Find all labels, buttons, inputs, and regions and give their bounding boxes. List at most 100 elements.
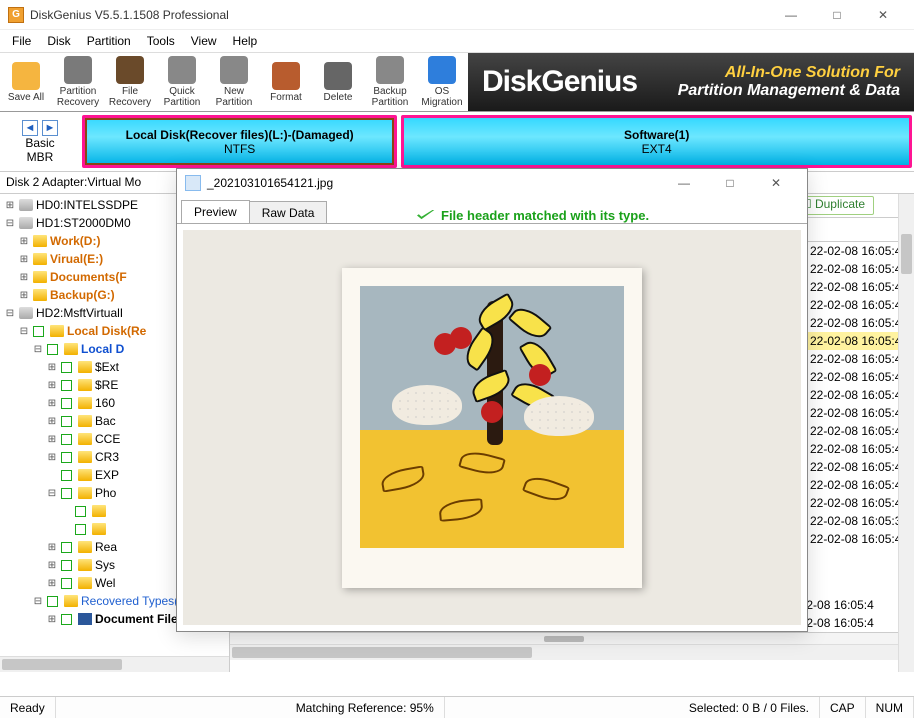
expand-icon[interactable]: ⊟ — [4, 218, 16, 229]
partition-nav: ◄ ► Basic MBR — [0, 112, 80, 171]
expand-icon[interactable]: ⊟ — [46, 488, 58, 499]
preview-filename: _202103101654121.jpg — [207, 176, 333, 190]
expand-icon[interactable]: ⊞ — [46, 362, 58, 373]
toolbar-partition-recovery[interactable]: Partition Recovery — [52, 53, 104, 111]
expand-icon[interactable]: ⊞ — [4, 200, 16, 211]
tree-checkbox[interactable] — [61, 560, 72, 571]
folder-icon — [78, 469, 92, 481]
folder-icon — [33, 253, 47, 265]
tree-checkbox[interactable] — [61, 398, 72, 409]
tab-preview[interactable]: Preview — [181, 200, 250, 224]
tree-checkbox[interactable] — [61, 434, 72, 445]
folder-icon — [78, 361, 92, 373]
toolbar-save-all[interactable]: Save All — [0, 53, 52, 111]
toolbar-file-recovery[interactable]: File Recovery — [104, 53, 156, 111]
list-hscroll[interactable] — [230, 644, 898, 660]
tab-raw-data[interactable]: Raw Data — [249, 201, 328, 225]
tree-checkbox[interactable] — [75, 506, 86, 517]
expand-icon[interactable]: ⊞ — [18, 290, 30, 301]
tree-label: Backup(G:) — [50, 288, 115, 302]
menu-file[interactable]: File — [4, 32, 39, 50]
tree-hscroll-thumb[interactable] — [2, 659, 122, 670]
preview-close-button[interactable]: ✕ — [753, 168, 799, 198]
tree-checkbox[interactable] — [61, 452, 72, 463]
list-vscroll[interactable] — [898, 194, 914, 672]
expand-icon[interactable]: ⊞ — [46, 380, 58, 391]
toolbar-os-migration[interactable]: OS Migration — [416, 53, 468, 111]
expand-icon[interactable]: ⊟ — [4, 308, 16, 319]
banner-tagline-1: All-In-One Solution For — [678, 64, 900, 82]
expand-icon[interactable]: ⊞ — [46, 542, 58, 553]
tree-checkbox[interactable] — [61, 542, 72, 553]
expand-icon[interactable]: ⊞ — [18, 254, 30, 265]
toolbar-backup-partition[interactable]: Backup Partition — [364, 53, 416, 111]
toolbar-icon — [428, 56, 456, 84]
tree-checkbox[interactable] — [61, 578, 72, 589]
toolbar-delete[interactable]: Delete — [312, 53, 364, 111]
partition-box-software[interactable]: Software(1) EXT4 — [401, 115, 912, 168]
preview-body — [177, 223, 807, 631]
expand-icon[interactable]: ⊞ — [46, 578, 58, 589]
toolbar-label: New Partition — [208, 86, 260, 108]
tree-checkbox[interactable] — [61, 362, 72, 373]
tree-checkbox[interactable] — [33, 326, 44, 337]
toolbar-quick-partition[interactable]: Quick Partition — [156, 53, 208, 111]
expand-icon[interactable]: ⊟ — [32, 344, 44, 355]
hscroll-thumb[interactable] — [232, 647, 532, 658]
tree-checkbox[interactable] — [47, 596, 58, 607]
expand-icon[interactable]: ⊟ — [32, 596, 44, 607]
expand-icon[interactable]: ⊞ — [46, 434, 58, 445]
tree-checkbox[interactable] — [61, 614, 72, 625]
expand-icon[interactable]: ⊞ — [46, 398, 58, 409]
preview-minimize-button[interactable]: ― — [661, 168, 707, 198]
menu-view[interactable]: View — [183, 32, 225, 50]
toolbar: Save AllPartition RecoveryFile RecoveryQ… — [0, 52, 914, 112]
partition-box-local-disk[interactable]: Local Disk(Recover files)(L:)-(Damaged) … — [82, 115, 397, 168]
maximize-button[interactable]: □ — [814, 0, 860, 30]
tree-checkbox[interactable] — [75, 524, 86, 535]
prev-disk-button[interactable]: ◄ — [22, 120, 38, 136]
status-bar: Ready Matching Reference: 95% Selected: … — [0, 696, 914, 718]
vscroll-thumb[interactable] — [901, 234, 912, 274]
expand-icon[interactable]: ⊞ — [18, 272, 30, 283]
folder-icon — [78, 397, 92, 409]
tree-checkbox[interactable] — [61, 488, 72, 499]
expand-icon[interactable]: ⊞ — [18, 236, 30, 247]
menu-help[interactable]: Help — [225, 32, 266, 50]
toolbar-icon — [168, 56, 196, 84]
minimize-button[interactable]: ― — [768, 0, 814, 30]
tree-label: Work(D:) — [50, 234, 100, 248]
toolbar-format[interactable]: Format — [260, 53, 312, 111]
app-icon: G — [8, 7, 24, 23]
tree-checkbox[interactable] — [61, 416, 72, 427]
preview-maximize-button[interactable]: □ — [707, 168, 753, 198]
expand-icon[interactable]: ⊞ — [46, 452, 58, 463]
tree-checkbox[interactable] — [61, 470, 72, 481]
tree-label: 160 — [95, 396, 115, 410]
menu-bar: FileDiskPartitionToolsViewHelp — [0, 30, 914, 52]
tree-checkbox[interactable] — [47, 344, 58, 355]
tree-label: Virual(E:) — [50, 252, 103, 266]
next-disk-button[interactable]: ► — [42, 120, 58, 136]
expand-icon[interactable]: ⊞ — [46, 416, 58, 427]
toolbar-icon — [220, 56, 248, 84]
toolbar-label: Quick Partition — [156, 86, 208, 108]
tree-label: Bac — [95, 414, 116, 428]
menu-partition[interactable]: Partition — [79, 32, 139, 50]
folder-icon — [78, 433, 92, 445]
partition-name: Software(1) — [404, 128, 909, 142]
title-bar: G DiskGenius V5.5.1.1508 Professional ― … — [0, 0, 914, 30]
splitter-handle[interactable] — [230, 632, 898, 644]
menu-tools[interactable]: Tools — [139, 32, 183, 50]
banner: DiskGenius All-In-One Solution For Parti… — [468, 53, 914, 111]
menu-disk[interactable]: Disk — [39, 32, 78, 50]
tree-checkbox[interactable] — [61, 380, 72, 391]
toolbar-new-partition[interactable]: New Partition — [208, 53, 260, 111]
close-button[interactable]: ✕ — [860, 0, 906, 30]
toolbar-label: OS Migration — [416, 86, 468, 108]
tree-label: Local Disk(Re — [67, 324, 146, 338]
preview-title-bar: _202103101654121.jpg ― □ ✕ — [177, 169, 807, 197]
expand-icon[interactable]: ⊞ — [46, 560, 58, 571]
disk-icon — [19, 217, 33, 229]
expand-icon[interactable]: ⊟ — [18, 326, 30, 337]
